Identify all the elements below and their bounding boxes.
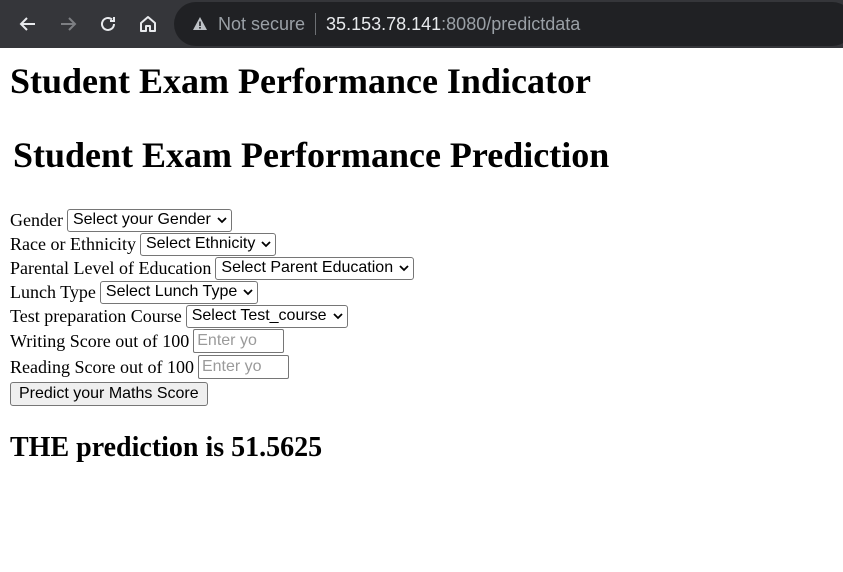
lunch-label: Lunch Type — [10, 281, 96, 302]
home-icon — [140, 16, 156, 32]
browser-toolbar: Not secure 35.153.78.141:8080/predictdat… — [0, 0, 843, 48]
warning-icon[interactable] — [192, 16, 208, 32]
back-button[interactable] — [8, 0, 48, 48]
writing-score-row: Writing Score out of 100 Enter yo — [10, 328, 414, 354]
prediction-form: Gender Select your Gender Race or Ethnic… — [10, 208, 415, 406]
reading-score-row: Reading Score out of 100 Enter yo — [10, 354, 414, 380]
home-button[interactable] — [128, 0, 168, 48]
lunch-select-value: Select Lunch Type — [105, 283, 238, 300]
test-prep-row: Test preparation Course Select Test_cour… — [10, 304, 414, 328]
ethnicity-label: Race or Ethnicity — [10, 233, 136, 254]
submit-row: Predict your Maths Score — [10, 380, 414, 406]
test-prep-label: Test preparation Course — [10, 305, 182, 326]
ethnicity-select[interactable]: Select Ethnicity — [139, 232, 277, 256]
parent-education-label: Parental Level of Education — [10, 257, 212, 278]
security-label[interactable]: Not secure — [218, 14, 305, 35]
lunch-select[interactable]: Select Lunch Type — [99, 280, 259, 304]
parent-education-row: Parental Level of Education Select Paren… — [10, 256, 415, 280]
omnibox-separator — [315, 13, 317, 35]
address-bar[interactable]: Not secure 35.153.78.141:8080/predictdat… — [174, 2, 843, 46]
ethnicity-select-value: Select Ethnicity — [145, 235, 256, 252]
chevron-down-icon — [243, 289, 253, 296]
gender-row: Gender Select your Gender — [10, 208, 414, 232]
gender-select[interactable]: Select your Gender — [66, 208, 232, 232]
url-path: :8080/predictdata — [441, 13, 581, 34]
gender-label: Gender — [10, 209, 63, 230]
forward-button[interactable] — [48, 0, 88, 48]
test-prep-select[interactable]: Select Test_course — [185, 304, 348, 328]
chevron-down-icon — [217, 217, 227, 224]
back-arrow-icon — [19, 17, 35, 31]
ethnicity-row: Race or Ethnicity Select Ethnicity — [10, 232, 414, 256]
reload-button[interactable] — [88, 0, 128, 48]
page-subtitle: Student Exam Performance Prediction — [13, 135, 610, 175]
predict-button[interactable]: Predict your Maths Score — [10, 382, 208, 406]
reload-icon — [101, 16, 115, 31]
writing-score-label: Writing Score out of 100 — [10, 330, 190, 351]
gender-select-value: Select your Gender — [72, 211, 211, 228]
chevron-down-icon — [399, 265, 409, 272]
url-host: 35.153.78.141 — [326, 13, 442, 34]
chevron-down-icon — [332, 313, 343, 320]
writing-score-input[interactable]: Enter yo — [193, 329, 285, 353]
parent-education-select-value: Select Parent Education — [221, 259, 394, 276]
reading-score-label: Reading Score out of 100 — [10, 356, 194, 377]
reading-score-input[interactable]: Enter yo — [197, 355, 289, 379]
page-title: Student Exam Performance Indicator — [10, 61, 591, 101]
prediction-result: THE prediction is 51.5625 — [10, 432, 323, 463]
parent-education-select[interactable]: Select Parent Education — [215, 256, 415, 280]
test-prep-select-value: Select Test_course — [191, 307, 327, 324]
lunch-row: Lunch Type Select Lunch Type — [10, 280, 414, 304]
forward-arrow-icon — [61, 17, 77, 31]
chevron-down-icon — [261, 241, 271, 248]
